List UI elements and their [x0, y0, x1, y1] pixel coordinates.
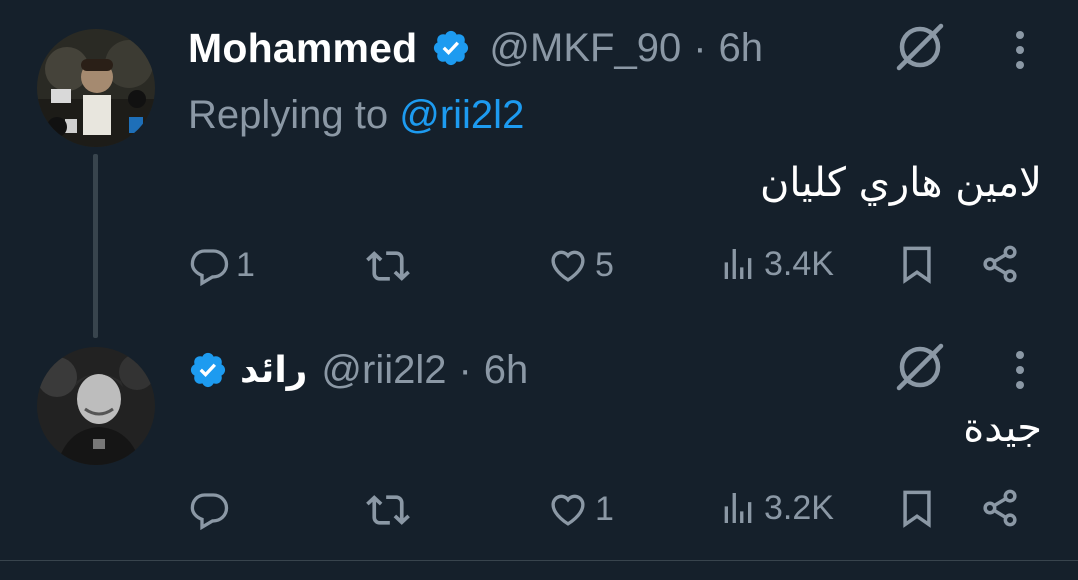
verified-badge-icon	[188, 350, 228, 390]
display-name[interactable]: رائد	[240, 350, 307, 391]
bookmark-button[interactable]	[895, 486, 939, 530]
share-button[interactable]	[978, 486, 1022, 530]
like-button[interactable]: 1	[547, 488, 614, 530]
like-icon	[547, 488, 589, 530]
avatar[interactable]	[37, 347, 155, 465]
bookmark-icon	[895, 486, 939, 530]
timestamp[interactable]: 6h	[484, 348, 529, 393]
grok-icon[interactable]	[893, 340, 947, 394]
like-count: 1	[595, 489, 614, 528]
retweet-button[interactable]	[366, 488, 416, 532]
divider	[0, 560, 1078, 561]
retweet-icon	[366, 488, 410, 532]
action-bar: 1 3.2K	[0, 480, 1078, 540]
tweet-text: جيدة	[963, 405, 1042, 451]
views-count: 3.2K	[764, 488, 834, 527]
more-icon[interactable]	[1006, 348, 1034, 392]
reply-button[interactable]	[188, 488, 236, 530]
tweet-header: رائد @rii2l2 · 6h	[188, 345, 528, 395]
tweet-2[interactable]: رائد @rii2l2 · 6h جيدة 1 3.2K	[0, 0, 1078, 560]
views-button[interactable]: 3.2K	[718, 488, 834, 528]
handle[interactable]: @rii2l2	[321, 348, 446, 393]
share-icon	[978, 486, 1022, 530]
views-icon	[718, 488, 758, 528]
separator-dot: ·	[458, 347, 472, 392]
reply-icon	[188, 488, 230, 530]
